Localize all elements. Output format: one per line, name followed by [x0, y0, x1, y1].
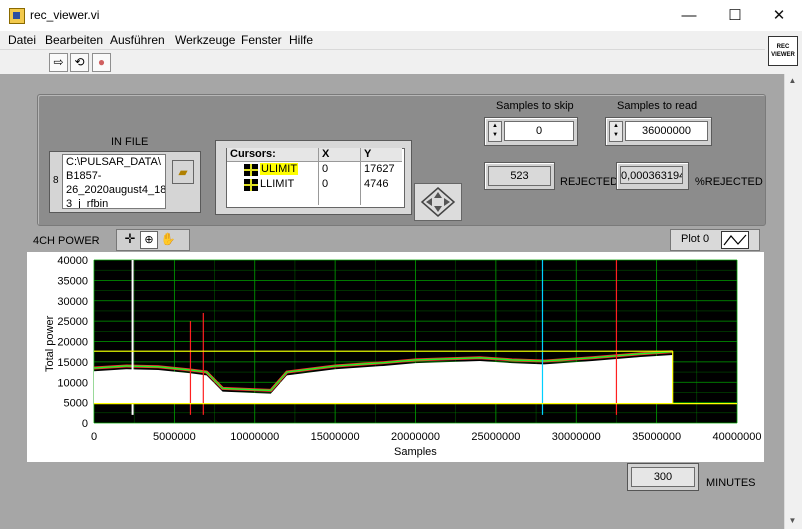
y-tick-label: 5000 — [64, 398, 88, 410]
plot-svg[interactable]: 0 5000 10000 15000 20000 25000 30000 35000 40000… — [0, 0, 802, 529]
x-tick-label: 20000000 — [391, 431, 440, 443]
x-tick-label: 30000000 — [552, 431, 601, 443]
y-tick-label: 25000 — [57, 316, 88, 328]
minutes-label: MINUTES — [706, 477, 756, 489]
y-tick-label: 35000 — [57, 275, 88, 287]
x-tick-label: 35000000 — [632, 431, 681, 443]
y-tick-label: 15000 — [57, 357, 88, 369]
minutes-indicator: 300 — [631, 467, 695, 487]
x-tick-label: 25000000 — [471, 431, 520, 443]
y-tick-label: 20000 — [57, 337, 88, 349]
y-tick-label: 10000 — [57, 377, 88, 389]
y-tick-label: 30000 — [57, 296, 88, 308]
y-tick-label: 40000 — [57, 255, 88, 267]
x-tick-label: 5000000 — [153, 431, 196, 443]
x-tick-label: 15000000 — [311, 431, 360, 443]
x-tick-label: 0 — [91, 431, 97, 443]
x-tick-label: 40000000 — [713, 431, 762, 443]
x-tick-label: 10000000 — [230, 431, 279, 443]
y-tick-label: 0 — [82, 418, 88, 430]
